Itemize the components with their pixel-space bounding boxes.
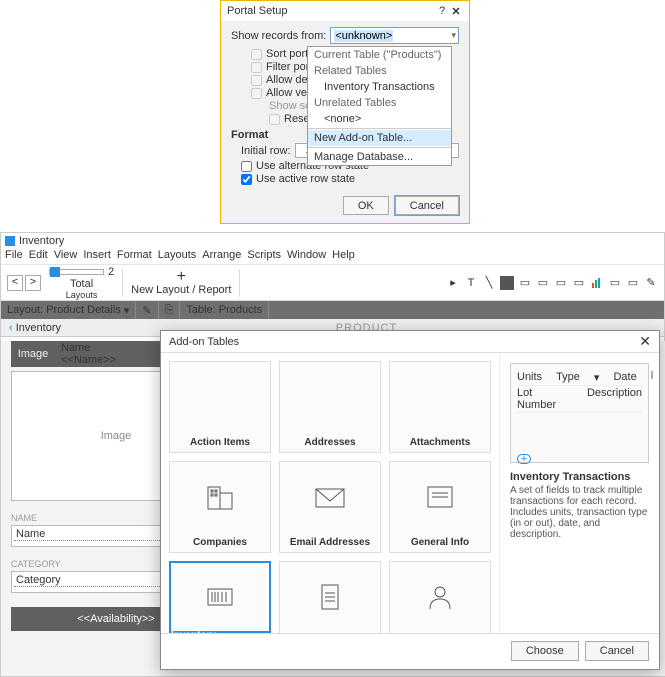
preview-image: UnitsType▾Date Lot NumberDescription + xyxy=(510,363,649,463)
dd-separator xyxy=(308,147,451,148)
new-layout-button[interactable]: + New Layout / Report xyxy=(131,270,231,296)
close-icon[interactable]: ✕ xyxy=(639,333,651,350)
menu-edit[interactable]: Edit xyxy=(29,249,48,264)
cancel-button[interactable]: Cancel xyxy=(585,641,649,661)
app-title: Inventory xyxy=(19,235,64,247)
layout-select[interactable]: Product Details xyxy=(46,304,121,316)
field-tool-icon[interactable]: ▭ xyxy=(536,276,550,290)
pointer-tool-icon[interactable]: ▸ xyxy=(446,276,460,290)
card-action-items[interactable]: Action Items xyxy=(169,361,271,453)
button-tool-icon[interactable]: ▭ xyxy=(608,276,622,290)
menu-bar: File Edit View Insert Format Layouts Arr… xyxy=(1,249,664,265)
tool-palette: ▸ T ╲ ▭ ▭ ▭ ▭ ▭ ▭ ✎ xyxy=(446,276,658,290)
card-addresses[interactable]: Addresses xyxy=(279,361,381,453)
card-inventory-transactions[interactable]: Inventory Transactions xyxy=(169,561,271,633)
name-label: NAME xyxy=(11,513,156,523)
layout-bar: Layout: Product Details ▾ ✎ ⎘ Table: Pro… xyxy=(1,301,664,319)
card-notes[interactable]: Notes xyxy=(279,561,381,633)
addon-title: Add-on Tables xyxy=(169,336,639,348)
show-records-combo[interactable]: <unknown> ▾ xyxy=(330,27,459,44)
menu-window[interactable]: Window xyxy=(287,249,326,264)
dd-separator xyxy=(308,128,451,129)
layouts-slider[interactable]: 2 Total Layouts xyxy=(49,266,114,300)
link-icon[interactable]: ⎘ xyxy=(159,301,181,319)
preview-heading: Inventory Transactions xyxy=(510,471,649,483)
addon-tables-dialog: Add-on Tables ✕ Action Items Addresses A… xyxy=(160,330,660,670)
close-icon[interactable]: ✕ xyxy=(449,5,463,18)
text-tool-icon[interactable]: T xyxy=(464,276,478,290)
dd-item-new-addon[interactable]: New Add-on Table... xyxy=(308,130,451,146)
dd-item-none[interactable]: <none> xyxy=(308,111,451,127)
pencil-icon[interactable]: ✎ xyxy=(136,301,158,319)
cancel-button[interactable]: Cancel xyxy=(395,196,459,215)
show-records-label: Show records from: xyxy=(231,30,326,42)
card-attachments[interactable]: Attachments xyxy=(389,361,491,453)
category-label: CATEGORY xyxy=(11,559,156,569)
show-records-dropdown: Current Table ("Products") Related Table… xyxy=(307,46,452,166)
choose-button[interactable]: Choose xyxy=(511,641,579,661)
menu-scripts[interactable]: Scripts xyxy=(247,249,281,264)
card-general-info[interactable]: General Info xyxy=(389,461,491,553)
addon-grid: Action Items Addresses Attachments Compa… xyxy=(161,353,499,633)
dd-item-manage[interactable]: Manage Database... xyxy=(308,149,451,165)
menu-file[interactable]: File xyxy=(5,249,23,264)
toolbar: < > 2 Total Layouts + New Layout / Repor… xyxy=(1,265,664,301)
menu-help[interactable]: Help xyxy=(332,249,355,264)
table-label: Table: Products xyxy=(180,301,269,319)
card-companies[interactable]: Companies xyxy=(169,461,271,553)
fill-tool-icon[interactable] xyxy=(500,276,514,290)
nav-fwd-button[interactable]: > xyxy=(25,275,41,291)
card-people[interactable]: People xyxy=(389,561,491,633)
line-tool-icon[interactable]: ╲ xyxy=(482,276,496,290)
layout-total: Total xyxy=(70,278,93,290)
dd-item-inventory[interactable]: Inventory Transactions xyxy=(308,79,451,95)
menu-view[interactable]: View xyxy=(54,249,78,264)
tab-tool-icon[interactable]: ▭ xyxy=(554,276,568,290)
nav-back-button[interactable]: < xyxy=(7,275,23,291)
layout-count: 2 xyxy=(108,266,114,278)
preview-desc: A set of fields to track multiple transa… xyxy=(510,485,649,540)
dd-group-unrelated: Unrelated Tables xyxy=(308,95,451,111)
popover-tool-icon[interactable]: ▭ xyxy=(626,276,640,290)
menu-layouts[interactable]: Layouts xyxy=(158,249,197,264)
back-link[interactable]: ‹ Inventory xyxy=(1,322,69,334)
layout-label: Layout: xyxy=(7,304,43,316)
portal-tool-icon[interactable]: ▭ xyxy=(572,276,586,290)
rect-tool-icon[interactable]: ▭ xyxy=(518,276,532,290)
chart-tool-icon[interactable] xyxy=(590,276,604,290)
initial-row-label: Initial row: xyxy=(241,145,291,157)
ok-button[interactable]: OK xyxy=(343,196,389,215)
active-row-checkbox[interactable]: Use active row state xyxy=(241,173,459,185)
format-painter-icon[interactable]: ✎ xyxy=(644,276,658,290)
app-icon xyxy=(5,236,15,246)
image-header: Image xyxy=(11,348,55,360)
dd-group-current: Current Table ("Products") xyxy=(308,47,451,63)
combo-value: <unknown> xyxy=(334,30,393,42)
portal-title: Portal Setup xyxy=(227,5,435,17)
menu-arrange[interactable]: Arrange xyxy=(202,249,241,264)
menu-insert[interactable]: Insert xyxy=(83,249,111,264)
chevron-down-icon: ▾ xyxy=(451,30,456,41)
preview-pane: UnitsType▾Date Lot NumberDescription + I… xyxy=(499,353,659,633)
help-icon[interactable]: ? xyxy=(435,5,449,17)
card-email[interactable]: Email Addresses xyxy=(279,461,381,553)
menu-format[interactable]: Format xyxy=(117,249,152,264)
dd-group-related: Related Tables xyxy=(308,63,451,79)
